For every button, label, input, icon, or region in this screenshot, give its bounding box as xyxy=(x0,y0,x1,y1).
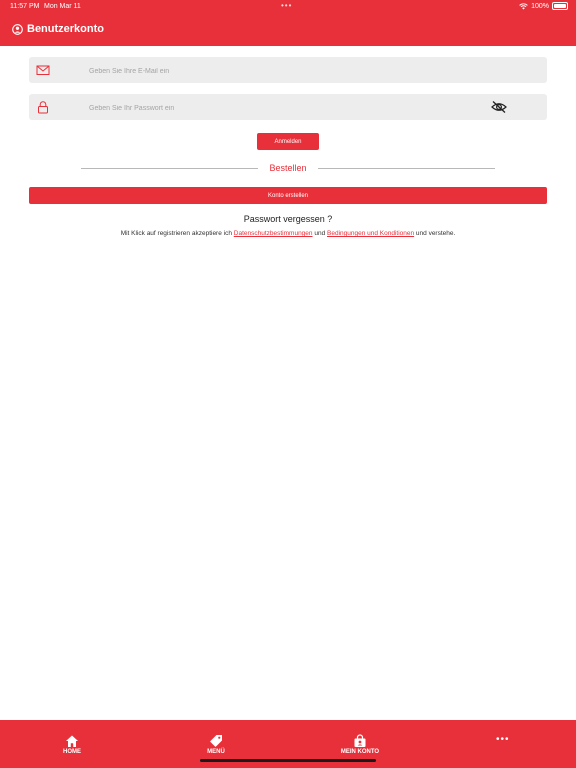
privacy-link[interactable]: Datenschutzbestimmungen xyxy=(234,230,313,237)
password-input[interactable] xyxy=(87,99,471,117)
tab-account-label: MEIN KONTO xyxy=(340,749,380,755)
email-input[interactable] xyxy=(87,62,471,80)
envelope-icon xyxy=(36,65,50,75)
tag-icon xyxy=(210,735,222,747)
wifi-icon xyxy=(519,2,528,9)
tab-menu[interactable]: MENÜ xyxy=(196,734,236,755)
tab-home[interactable]: HOME xyxy=(52,734,92,755)
terms-middle: und xyxy=(312,230,327,237)
status-right: 100% xyxy=(519,2,568,10)
status-bar: 11:57 PM Mon Mar 11 ••• 100% xyxy=(0,0,576,14)
conditions-link[interactable]: Bedingungen und Konditionen xyxy=(327,230,414,237)
multitasking-dots-icon[interactable]: ••• xyxy=(281,1,292,10)
header: Benutzerkonto xyxy=(0,14,576,46)
divider-right xyxy=(318,168,495,169)
divider-left xyxy=(81,168,258,169)
battery-percent: 100% xyxy=(531,2,549,10)
terms-prefix: Mit Klick auf registrieren akzeptiere ic… xyxy=(120,230,234,237)
bag-icon xyxy=(354,734,366,747)
password-field[interactable] xyxy=(29,94,547,120)
tab-home-label: HOME xyxy=(63,749,81,755)
login-button[interactable]: Anmelden xyxy=(257,133,319,150)
tab-menu-label: MENÜ xyxy=(207,749,225,755)
terms-text: Mit Klick auf registrieren akzeptiere ic… xyxy=(0,230,576,237)
email-field[interactable] xyxy=(29,57,547,83)
battery-icon xyxy=(552,2,568,10)
page-title: Benutzerkonto xyxy=(27,23,104,35)
create-account-button[interactable]: Konto erstellen xyxy=(29,187,547,204)
status-time: 11:57 PM xyxy=(10,3,40,10)
more-icon[interactable]: ••• xyxy=(496,734,510,745)
user-circle-icon xyxy=(12,24,23,35)
home-icon xyxy=(66,735,78,747)
lock-icon xyxy=(38,101,48,114)
order-link[interactable]: Bestellen xyxy=(258,163,318,173)
status-date: Mon Mar 11 xyxy=(44,3,81,10)
tab-account[interactable]: MEIN KONTO xyxy=(335,734,385,755)
forgot-password-link[interactable]: Passwort vergessen ? xyxy=(0,214,576,224)
terms-suffix: und verstehe. xyxy=(414,230,456,237)
home-indicator[interactable] xyxy=(200,759,376,762)
eye-off-icon[interactable] xyxy=(491,100,507,114)
